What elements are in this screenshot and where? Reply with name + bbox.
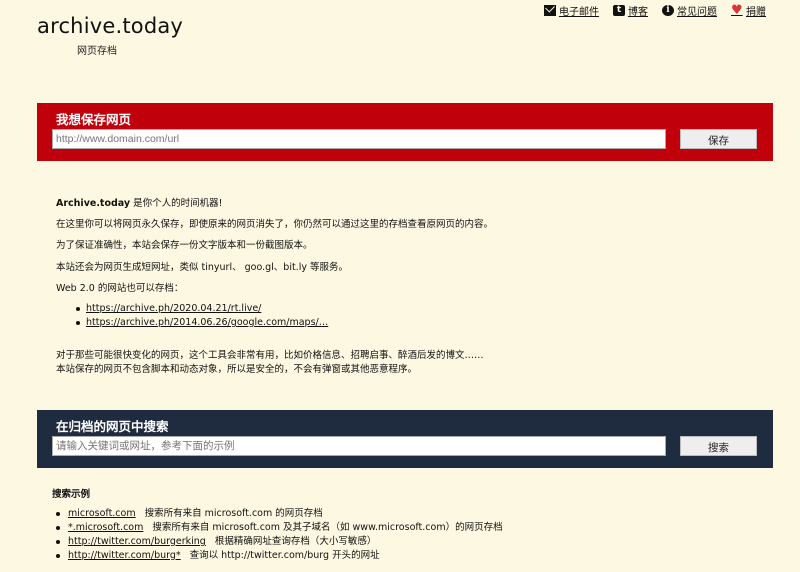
save-button[interactable]: 保存 [680, 129, 757, 149]
intro-line-6: 对于那些可能很快变化的网页，这个工具会非常有用，比如价格信息、招聘启事、醉酒后发… [56, 350, 484, 361]
blog-link[interactable]: t 博客 [613, 3, 648, 18]
donate-link-label: 捐赠 [746, 7, 766, 18]
search-panel-title: 在归档的网页中搜索 [56, 419, 169, 434]
example-archive-link[interactable]: https://archive.ph/2020.04.21/rt.live/ [86, 303, 261, 314]
example-archive-links: https://archive.ph/2020.04.21/rt.live/ h… [56, 302, 328, 330]
faq-link[interactable]: i 常见问题 [662, 3, 717, 18]
example-description: 搜索所有来自 microsoft.com 的网页存档 [144, 508, 323, 519]
search-panel: 在归档的网页中搜索 搜索 [37, 410, 773, 468]
example-archive-link[interactable]: https://archive.ph/2014.06.26/google.com… [86, 317, 328, 328]
search-examples-list: microsoft.com 搜索所有来自 microsoft.com 的网页存档 … [56, 507, 503, 563]
info-icon: i [662, 5, 674, 16]
intro-line-5: Web 2.0 的网站也可以存档： [56, 283, 184, 294]
logo-title: archive.today [37, 14, 184, 38]
example-search-link[interactable]: http://twitter.com/burgerking [68, 536, 206, 547]
blog-link-label: 博客 [628, 7, 648, 18]
intro-tagline: 是你个人的时间机器! [130, 198, 223, 209]
search-examples: 搜索示例 microsoft.com 搜索所有来自 microsoft.com 的… [52, 486, 772, 561]
donate-link[interactable]: ♥ 捐赠 [731, 3, 766, 18]
save-panel: 我想保存网页 保存 [37, 103, 773, 161]
example-search-link[interactable]: microsoft.com [68, 508, 136, 519]
intro-line-3: 为了保证准确性，本站会保存一份文字版本和一份截图版本。 [56, 240, 313, 251]
list-item: http://twitter.com/burgerking 根据精确网址查询存档（… [56, 535, 503, 549]
mail-icon [544, 5, 556, 16]
search-input[interactable] [52, 436, 666, 456]
faq-link-label: 常见问题 [677, 7, 717, 18]
list-item: http://twitter.com/burg* 查询以 http://twitt… [56, 549, 503, 563]
email-link[interactable]: 电子邮件 [544, 3, 599, 18]
url-input[interactable] [52, 129, 666, 149]
list-item: https://archive.ph/2020.04.21/rt.live/ [75, 302, 328, 316]
email-link-label: 电子邮件 [559, 7, 599, 18]
example-search-link[interactable]: http://twitter.com/burg* [68, 550, 181, 561]
intro-line-7: 本站保存的网页不包含脚本和动态对象，所以是安全的，不会有弹窗或其他恶意程序。 [56, 364, 418, 375]
intro-brand: Archive.today [56, 198, 131, 209]
list-item: https://archive.ph/2014.06.26/google.com… [75, 316, 328, 330]
logo-subtitle: 网页存档 [77, 46, 117, 57]
top-navigation: 电子邮件 t 博客 i 常见问题 ♥ 捐赠 [544, 3, 766, 18]
example-search-link[interactable]: *.microsoft.com [68, 522, 143, 533]
example-description: 查询以 http://twitter.com/burg 开头的网址 [189, 550, 380, 561]
search-button[interactable]: 搜索 [680, 436, 757, 456]
site-logo[interactable]: archive.today 网页存档 [37, 14, 183, 57]
example-description: 根据精确网址查询存档（大小写敏感） [214, 536, 377, 547]
tumblr-icon: t [613, 5, 625, 16]
intro-line-4: 本站还会为网页生成短网址，类似 tinyurl、 goo.gl、bit.ly 等… [56, 262, 348, 273]
list-item: microsoft.com 搜索所有来自 microsoft.com 的网页存档 [56, 507, 503, 521]
example-description: 搜索所有来自 microsoft.com 及其子域名（如 www.microso… [152, 522, 503, 533]
save-panel-title: 我想保存网页 [56, 112, 132, 127]
list-item: *.microsoft.com 搜索所有来自 microsoft.com 及其子域… [56, 521, 503, 535]
heart-icon: ♥ [731, 3, 743, 18]
intro-line-1: Archive.today 是你个人的时间机器! [56, 197, 222, 210]
intro-line-2: 在这里你可以将网页永久保存，即使原来的网页消失了，你仍然可以通过这里的存档查看原… [56, 219, 494, 230]
search-examples-title: 搜索示例 [52, 489, 91, 500]
